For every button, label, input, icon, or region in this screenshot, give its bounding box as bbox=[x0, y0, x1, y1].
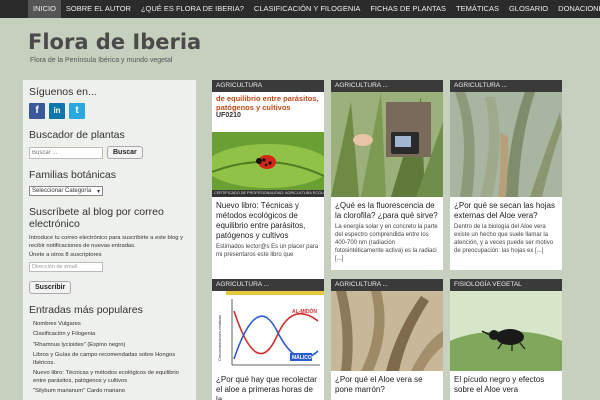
post-card[interactable]: AGRICULTURA ... ¿Por qué el Aloe vera se… bbox=[331, 279, 443, 400]
nav-que-es-flora[interactable]: ¿QUÉ ES FLORA DE IBERIA? bbox=[136, 0, 249, 18]
email-field[interactable]: Dirección de email bbox=[29, 261, 103, 272]
weevil-illustration bbox=[450, 291, 562, 371]
card-title[interactable]: El pícudo negro y efectos sobre el Aloe … bbox=[450, 371, 562, 397]
social-heading: Síguenos en... bbox=[29, 86, 97, 98]
weevil-photo[interactable] bbox=[450, 291, 562, 371]
book-footer: CERTIFICADO DE PROFESIONALIDAD: AGRICULT… bbox=[212, 190, 324, 197]
subscriber-count: Únete a otros 8 suscriptores bbox=[29, 252, 102, 258]
ladybug-leaf-photo bbox=[212, 132, 324, 190]
post-card[interactable]: AGRICULTURA de equilibrio entre parásito… bbox=[212, 80, 324, 290]
popular-item[interactable]: Nuevo libro: Técnicas y métodos ecológic… bbox=[33, 370, 190, 385]
popular-item[interactable]: Clasificación y Filogenia bbox=[33, 331, 190, 339]
card-category[interactable]: AGRICULTURA ... bbox=[450, 80, 562, 92]
families-select[interactable]: Seleccionar Categoría ▾ bbox=[29, 186, 103, 196]
aloe-leaves-photo[interactable] bbox=[450, 92, 562, 197]
social-links: f in t bbox=[29, 103, 190, 119]
popular-list: Nombres Vulgares Clasificación y Filogen… bbox=[29, 321, 190, 396]
facebook-icon[interactable]: f bbox=[29, 103, 45, 119]
site-tagline: Flora de la Península Ibérica y mundo ve… bbox=[30, 57, 173, 64]
search-input[interactable] bbox=[29, 146, 103, 159]
post-card[interactable]: AGRICULTURA ... ¿Qué es la fluorescencia… bbox=[331, 80, 443, 270]
card-excerpt: Estimados lector@s Es un placer para mi … bbox=[216, 244, 319, 258]
subscribe-text: Introduce tu correo electrónico para sus… bbox=[29, 235, 184, 249]
malico-label: MÁLICO bbox=[292, 354, 312, 361]
book-title-line2: patógenos y cultivos bbox=[216, 102, 291, 112]
chevron-down-icon: ▾ bbox=[96, 188, 100, 195]
nav-clasificacion[interactable]: CLASIFICACIÓN Y FILOGENIA bbox=[249, 0, 365, 18]
popular-item[interactable]: Nombres Vulgares bbox=[33, 321, 190, 329]
aloe-brown-photo[interactable] bbox=[331, 291, 443, 371]
popular-item[interactable]: Libros y Guías de campo recomendadas sob… bbox=[33, 352, 190, 367]
book-code: UF0210 bbox=[216, 112, 241, 119]
card-category[interactable]: AGRICULTURA ... bbox=[331, 279, 443, 291]
families-select-value: Seleccionar Categoría bbox=[32, 188, 92, 194]
search-heading: Buscador de plantas bbox=[29, 129, 125, 141]
card-category[interactable]: AGRICULTURA ... bbox=[331, 80, 443, 92]
popular-heading: Entradas más populares bbox=[29, 303, 143, 316]
card-category[interactable]: AGRICULTURA ... bbox=[212, 279, 324, 291]
fluorometer-illustration bbox=[331, 92, 443, 197]
nav-tematicas[interactable]: TEMÁTICAS bbox=[451, 0, 504, 18]
book-cover-image[interactable]: de equilibrio entre parásitos, patógenos… bbox=[212, 92, 324, 197]
card-category[interactable]: AGRICULTURA bbox=[212, 80, 324, 92]
card-title[interactable]: ¿Por qué se secan las hojas externas del… bbox=[450, 197, 562, 223]
card-title[interactable]: Nuevo libro: Técnicas y métodos ecológic… bbox=[212, 197, 324, 243]
chart-ylabel: Concentraciones relativas bbox=[217, 315, 222, 361]
almidon-label: AL-MIDÓN bbox=[292, 307, 317, 315]
card-excerpt: La energía solar y en concreto la parte … bbox=[335, 224, 438, 262]
post-card[interactable]: AGRICULTURA ... ¿Por qué se secan las ho… bbox=[450, 80, 562, 270]
concentration-curves: Concentraciones relativas AL-MIDÓN MÁLIC… bbox=[212, 291, 324, 371]
top-navigation: INICIO SOBRE EL AUTOR ¿QUÉ ES FLORA DE I… bbox=[0, 0, 600, 18]
nav-sobre-el-autor[interactable]: SOBRE EL AUTOR bbox=[61, 0, 136, 18]
aloe-brown-illustration bbox=[331, 291, 443, 371]
subscribe-button[interactable]: Suscribir bbox=[29, 280, 72, 294]
card-category[interactable]: FISIOLOGÍA VEGETAL bbox=[450, 279, 562, 291]
aloe-leaves-illustration bbox=[450, 92, 562, 197]
site-title[interactable]: Flora de Iberia bbox=[28, 30, 201, 54]
twitter-icon[interactable]: t bbox=[69, 103, 85, 119]
card-title[interactable]: ¿Qué es la fluorescencia de la clorofila… bbox=[331, 197, 443, 223]
card-excerpt: Dentro de la biología del Aloe vera exis… bbox=[454, 224, 554, 254]
nav-glosario[interactable]: GLOSARIO bbox=[504, 0, 553, 18]
post-card[interactable]: AGRICULTURA ... Concentraciones relativa… bbox=[212, 279, 324, 400]
card-title[interactable]: ¿Por qué el Aloe vera se pone marrón? bbox=[331, 371, 443, 397]
nav-donaciones[interactable]: DONACIONES bbox=[553, 0, 600, 18]
post-card[interactable]: FISIOLOGÍA VEGETAL El pícudo negro y efe… bbox=[450, 279, 562, 400]
nav-fichas[interactable]: FICHAS DE PLANTAS bbox=[365, 0, 451, 18]
sidebar: Síguenos en... f in t Buscador de planta… bbox=[23, 80, 196, 400]
subscribe-heading: Suscríbete al blog por correo electrónic… bbox=[29, 206, 164, 230]
acid-concentration-chart[interactable]: Concentraciones relativas AL-MIDÓN MÁLIC… bbox=[212, 291, 324, 371]
fluorometer-photo[interactable] bbox=[331, 92, 443, 197]
popular-item[interactable]: "Rhamnus lycioides" (Espino negro) bbox=[33, 342, 190, 350]
search-button[interactable]: Buscar bbox=[107, 146, 143, 159]
card-title[interactable]: ¿Por qué hay que recolectar el aloe a pr… bbox=[212, 371, 324, 400]
popular-item[interactable]: "Silybum marianum" Cardo mariano bbox=[33, 388, 190, 396]
nav-inicio[interactable]: INICIO bbox=[28, 0, 61, 18]
families-heading: Familias botánicas bbox=[29, 169, 116, 181]
linkedin-icon[interactable]: in bbox=[49, 103, 65, 119]
